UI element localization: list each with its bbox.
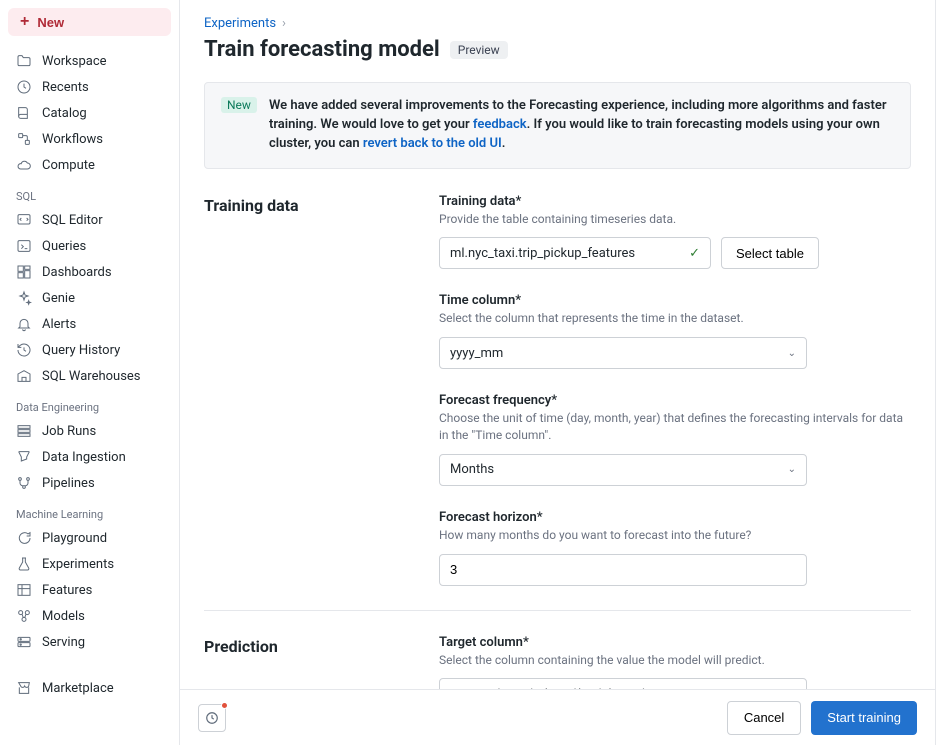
page-title: Train forecasting model bbox=[204, 37, 440, 62]
time-column-desc: Select the column that represents the ti… bbox=[439, 310, 911, 327]
revert-link[interactable]: revert back to the old UI bbox=[363, 136, 502, 151]
terminal-icon bbox=[16, 238, 32, 254]
clock-icon bbox=[205, 711, 219, 725]
sidebar-item-compute[interactable]: Compute bbox=[0, 152, 179, 178]
banner-text: We have added several improvements to th… bbox=[269, 97, 894, 154]
notification-dot bbox=[221, 702, 228, 709]
serving-icon bbox=[16, 634, 32, 650]
store-icon bbox=[16, 680, 32, 696]
workflow-icon bbox=[16, 131, 32, 147]
cancel-button[interactable]: Cancel bbox=[727, 701, 801, 735]
chevron-down-icon: ⌄ bbox=[788, 464, 796, 475]
horizon-desc: How many months do you want to forecast … bbox=[439, 527, 911, 544]
training-data-label: Training data* bbox=[439, 194, 911, 209]
training-data-desc: Provide the table containing timeseries … bbox=[439, 211, 911, 228]
new-button[interactable]: + New bbox=[8, 8, 171, 36]
info-banner: New We have added several improvements t… bbox=[204, 82, 911, 169]
sidebar-item-marketplace[interactable]: Marketplace bbox=[0, 675, 179, 701]
sidebar-item-query-history[interactable]: Query History bbox=[0, 337, 179, 363]
sidebar-item-sql-editor[interactable]: SQL Editor bbox=[0, 207, 179, 233]
breadcrumb: Experiments › bbox=[204, 16, 911, 31]
section-header-sql: SQL bbox=[0, 178, 179, 207]
editor-icon bbox=[16, 212, 32, 228]
history-icon bbox=[16, 342, 32, 358]
flask-icon bbox=[16, 556, 32, 572]
section-header-ml: Machine Learning bbox=[0, 496, 179, 525]
sidebar: + New Workspace Recents Catalog Workflow… bbox=[0, 0, 180, 745]
new-button-label: New bbox=[37, 15, 64, 30]
folder-icon bbox=[16, 53, 32, 69]
table-icon bbox=[16, 582, 32, 598]
runs-icon bbox=[16, 423, 32, 439]
sidebar-item-models[interactable]: Models bbox=[0, 603, 179, 629]
history-button[interactable] bbox=[198, 704, 226, 732]
cloud-icon bbox=[16, 157, 32, 173]
preview-badge: Preview bbox=[450, 41, 508, 59]
feedback-link[interactable]: feedback bbox=[473, 117, 527, 132]
new-tag: New bbox=[221, 97, 257, 113]
sidebar-item-data-ingestion[interactable]: Data Ingestion bbox=[0, 444, 179, 470]
sidebar-item-experiments[interactable]: Experiments bbox=[0, 551, 179, 577]
check-icon: ✓ bbox=[689, 246, 700, 261]
sidebar-item-pipelines[interactable]: Pipelines bbox=[0, 470, 179, 496]
sidebar-item-sql-warehouses[interactable]: SQL Warehouses bbox=[0, 363, 179, 389]
sidebar-item-genie[interactable]: Genie bbox=[0, 285, 179, 311]
horizon-input[interactable] bbox=[439, 554, 807, 586]
frequency-label: Forecast frequency* bbox=[439, 393, 911, 408]
bell-icon bbox=[16, 316, 32, 332]
section-prediction: Prediction bbox=[204, 635, 439, 689]
plus-icon: + bbox=[20, 14, 29, 30]
sidebar-item-workflows[interactable]: Workflows bbox=[0, 126, 179, 152]
right-rail bbox=[935, 0, 951, 745]
frequency-desc: Choose the unit of time (day, month, yea… bbox=[439, 410, 911, 444]
breadcrumb-experiments[interactable]: Experiments bbox=[204, 16, 276, 31]
sidebar-item-features[interactable]: Features bbox=[0, 577, 179, 603]
chevron-right-icon: › bbox=[282, 16, 286, 31]
horizon-label: Forecast horizon* bbox=[439, 510, 911, 525]
sparkle-icon bbox=[16, 290, 32, 306]
target-column-desc: Select the column containing the value t… bbox=[439, 652, 911, 669]
pipeline-icon bbox=[16, 475, 32, 491]
model-icon bbox=[16, 608, 32, 624]
chat-icon bbox=[16, 530, 32, 546]
select-table-button[interactable]: Select table bbox=[721, 237, 819, 269]
warehouse-icon bbox=[16, 368, 32, 384]
footer: Cancel Start training bbox=[180, 689, 935, 745]
sidebar-item-alerts[interactable]: Alerts bbox=[0, 311, 179, 337]
sidebar-item-serving[interactable]: Serving bbox=[0, 629, 179, 655]
ingest-icon bbox=[16, 449, 32, 465]
main-panel: Experiments › Train forecasting model Pr… bbox=[180, 0, 935, 745]
training-data-input[interactable]: ml.nyc_taxi.trip_pickup_features ✓ bbox=[439, 237, 711, 269]
book-icon bbox=[16, 105, 32, 121]
sidebar-item-queries[interactable]: Queries bbox=[0, 233, 179, 259]
sidebar-item-catalog[interactable]: Catalog bbox=[0, 100, 179, 126]
section-training-data: Training data bbox=[204, 194, 439, 610]
start-training-button[interactable]: Start training bbox=[811, 701, 917, 735]
clock-icon bbox=[16, 79, 32, 95]
sidebar-item-job-runs[interactable]: Job Runs bbox=[0, 418, 179, 444]
time-column-select[interactable]: yyyy_mm ⌄ bbox=[439, 337, 807, 369]
frequency-select[interactable]: Months ⌄ bbox=[439, 454, 807, 486]
dashboard-icon bbox=[16, 264, 32, 280]
sidebar-item-workspace[interactable]: Workspace bbox=[0, 48, 179, 74]
target-column-select[interactable]: count_trips_window_1h_pickup_zip ⌄ bbox=[439, 678, 807, 689]
sidebar-item-playground[interactable]: Playground bbox=[0, 525, 179, 551]
section-header-data-engineering: Data Engineering bbox=[0, 389, 179, 418]
content-scroll[interactable]: Experiments › Train forecasting model Pr… bbox=[180, 0, 935, 689]
target-column-label: Target column* bbox=[439, 635, 911, 650]
sidebar-item-recents[interactable]: Recents bbox=[0, 74, 179, 100]
sidebar-item-dashboards[interactable]: Dashboards bbox=[0, 259, 179, 285]
time-column-label: Time column* bbox=[439, 293, 911, 308]
chevron-down-icon: ⌄ bbox=[788, 348, 796, 359]
